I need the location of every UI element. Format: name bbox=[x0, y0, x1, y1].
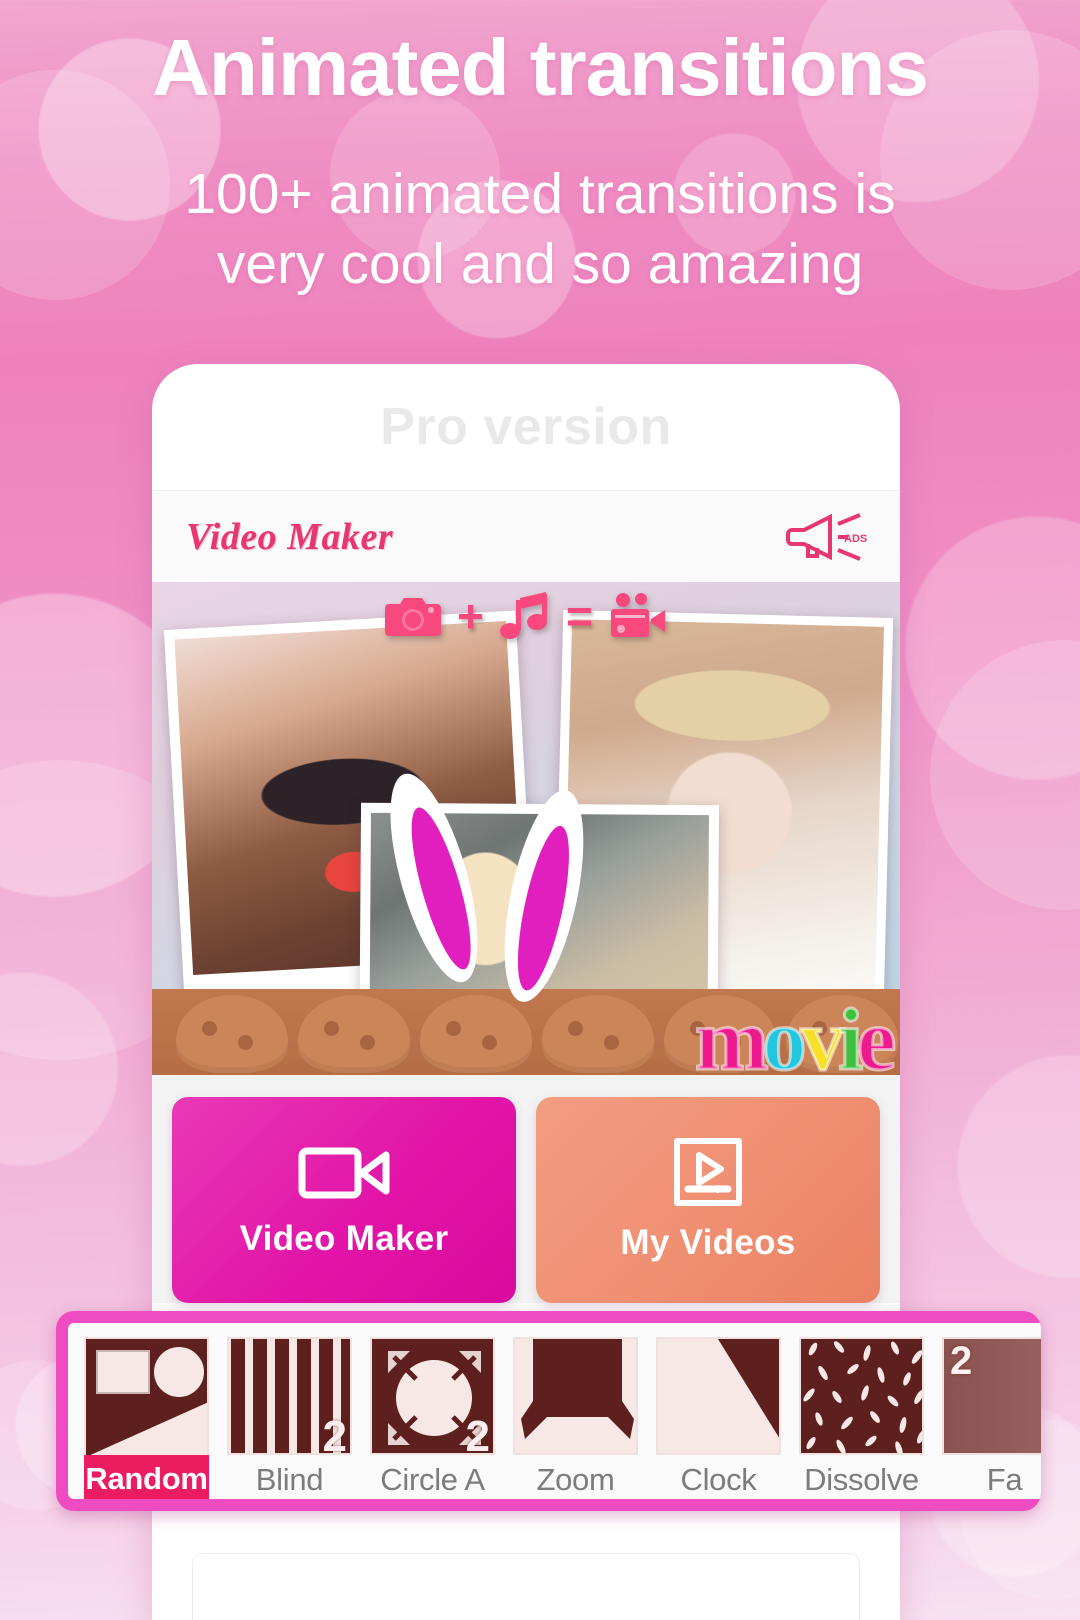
transition-label: Zoom bbox=[536, 1462, 615, 1497]
video-camera-icon bbox=[298, 1147, 390, 1199]
equals-symbol: = bbox=[566, 590, 593, 642]
my-videos-button[interactable]: My Videos bbox=[536, 1097, 880, 1303]
action-button-row: Video Maker My Videos bbox=[152, 1075, 900, 1303]
transition-item-blind[interactable]: 2 Blind bbox=[227, 1337, 352, 1498]
movie-sticker-letter: v bbox=[799, 992, 846, 1075]
vertical-blinds-icon: 2 bbox=[227, 1337, 352, 1455]
promo-subheadline-line-2: very cool and so amazing bbox=[216, 231, 864, 296]
transition-item-fade[interactable]: 2 Fa bbox=[942, 1337, 1041, 1498]
transition-label: Dissolve bbox=[804, 1462, 919, 1497]
cookie-icon bbox=[176, 995, 288, 1073]
transition-label: Blind bbox=[255, 1462, 324, 1497]
movie-text-sticker: movie bbox=[694, 992, 898, 1075]
promo-text-block: Animated transitions 100+ animated trans… bbox=[0, 28, 1080, 299]
bunny-ears-sticker-icon bbox=[390, 773, 584, 1002]
app-top-bar: Video Maker ADS bbox=[152, 490, 900, 582]
video-camera-icon bbox=[610, 593, 665, 637]
video-maker-button[interactable]: Video Maker bbox=[172, 1097, 516, 1303]
collage-preview[interactable]: + = m o v i e bbox=[152, 582, 900, 1075]
music-note-icon bbox=[500, 592, 547, 639]
promo-subheadline: 100+ animated transitions is very cool a… bbox=[0, 160, 1080, 299]
movie-sticker-letter: i bbox=[837, 992, 865, 1075]
pro-version-label: Pro version bbox=[380, 398, 672, 456]
movie-sticker-letter: e bbox=[855, 992, 897, 1075]
transition-label: Fa bbox=[986, 1462, 1023, 1497]
transition-label: Random bbox=[84, 1455, 209, 1499]
transition-badge: 2 bbox=[950, 1339, 973, 1383]
plus-symbol: + bbox=[457, 590, 484, 642]
my-videos-label: My Videos bbox=[620, 1223, 796, 1262]
clock-wipe-icon bbox=[656, 1337, 781, 1455]
dissolve-specks-icon bbox=[799, 1337, 924, 1455]
megaphone-ads-icon[interactable]: ADS bbox=[782, 510, 868, 564]
video-maker-label: Video Maker bbox=[239, 1219, 449, 1258]
bokeh-circle bbox=[930, 640, 1080, 910]
transition-label: Clock bbox=[680, 1462, 757, 1497]
fade-icon: 2 bbox=[942, 1337, 1041, 1455]
camera-icon bbox=[385, 598, 442, 636]
promo-subheadline-line-1: 100+ animated transitions is bbox=[184, 162, 896, 226]
app-brand-title: Video Maker bbox=[186, 515, 394, 558]
movie-sticker-letter: o bbox=[761, 992, 808, 1075]
transitions-list[interactable]: Random 2 Blind 2 Circle A Zoom Clock Dis… bbox=[68, 1323, 1041, 1499]
zoom-arrows-icon bbox=[513, 1337, 638, 1455]
video-play-file-icon bbox=[674, 1138, 742, 1206]
transitions-picker[interactable]: Random 2 Blind 2 Circle A Zoom Clock Dis… bbox=[56, 1311, 1041, 1511]
promo-headline: Animated transitions bbox=[152, 23, 929, 112]
svg-text:ADS: ADS bbox=[844, 533, 867, 545]
transition-item-circle-a[interactable]: 2 Circle A bbox=[370, 1337, 495, 1498]
transition-item-clock[interactable]: Clock bbox=[656, 1337, 781, 1498]
movie-sticker-letter: m bbox=[694, 992, 770, 1075]
transition-label: Circle A bbox=[380, 1462, 485, 1497]
transition-badge: 2 bbox=[465, 1412, 490, 1455]
transition-badge: 2 bbox=[322, 1412, 347, 1455]
transition-item-dissolve[interactable]: Dissolve bbox=[799, 1337, 924, 1498]
bottom-content-card bbox=[192, 1553, 860, 1620]
transition-item-random[interactable]: Random bbox=[84, 1337, 209, 1499]
circle-arrows-icon: 2 bbox=[370, 1337, 495, 1455]
formula-row: + = bbox=[152, 592, 900, 640]
transition-item-zoom[interactable]: Zoom bbox=[513, 1337, 638, 1498]
random-shapes-icon bbox=[84, 1337, 209, 1455]
